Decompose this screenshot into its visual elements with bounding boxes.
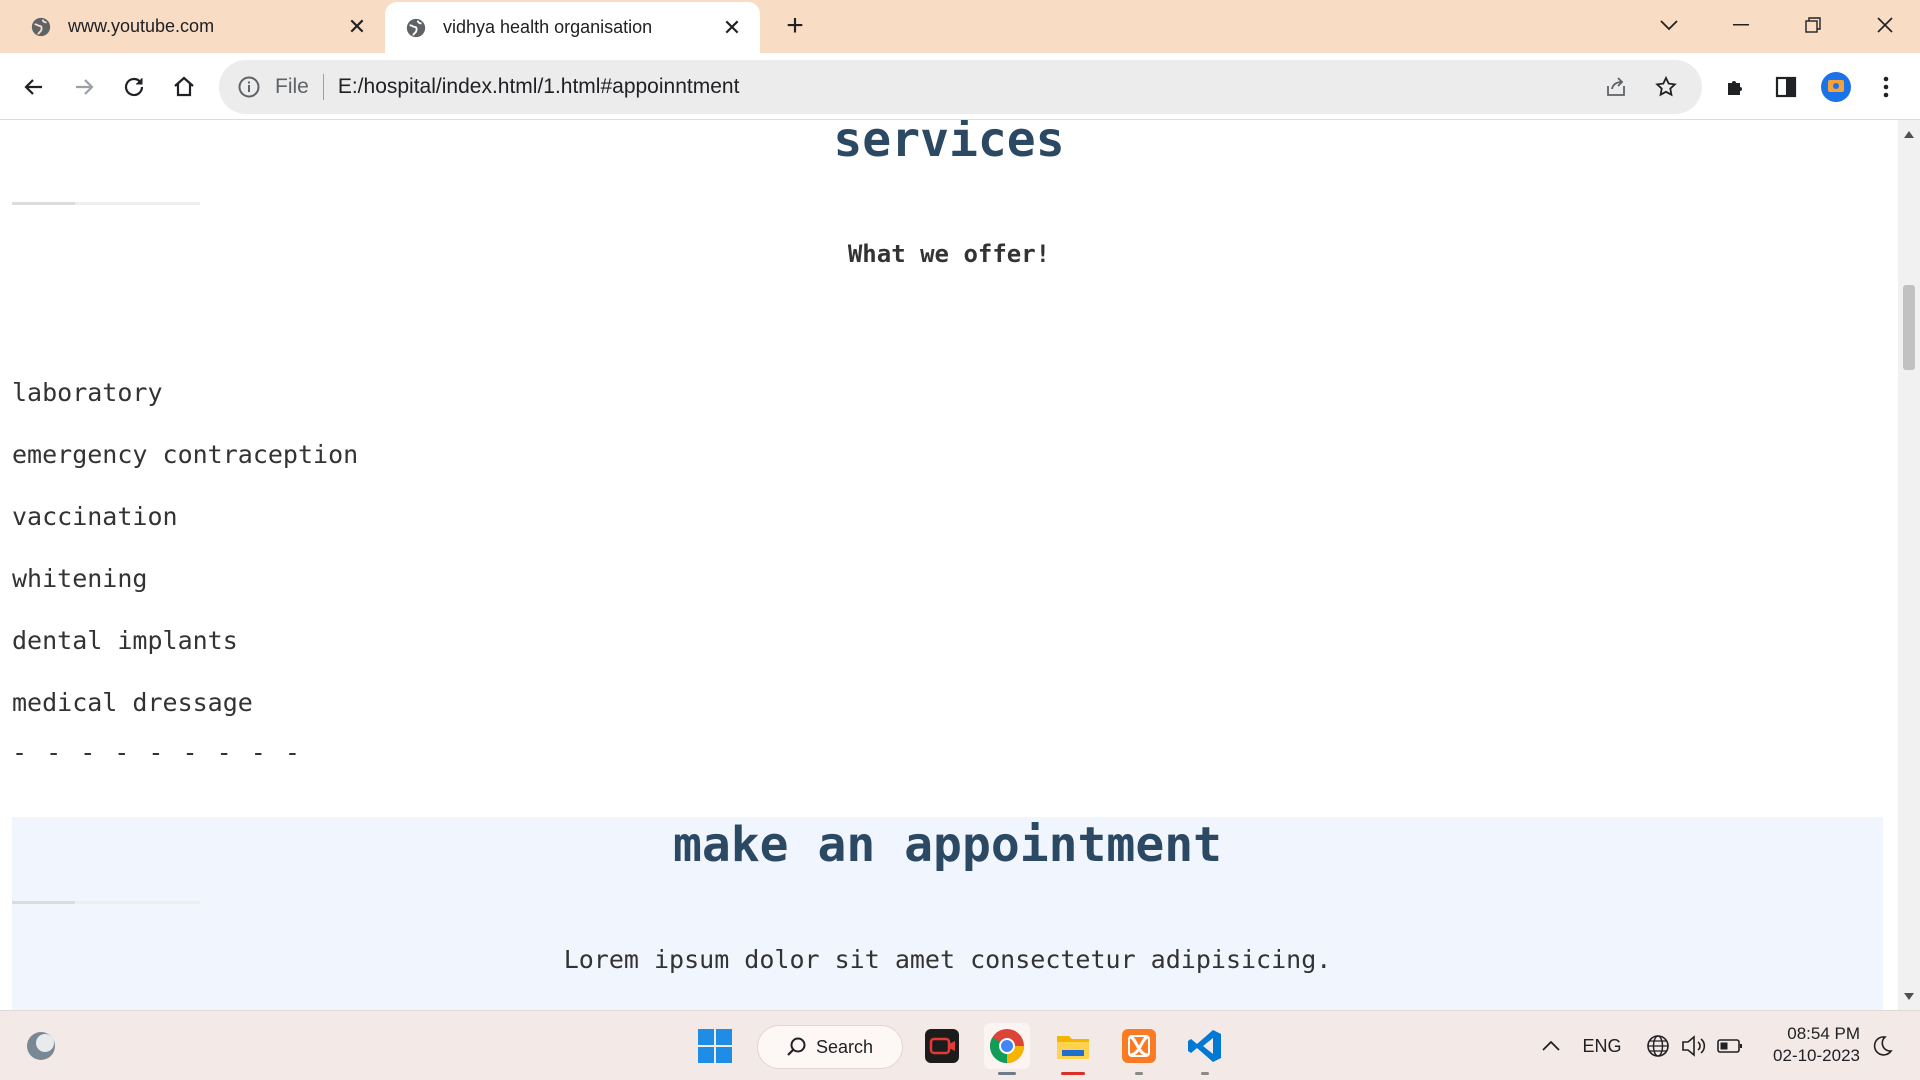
scroll-thumb[interactable] xyxy=(1903,285,1915,370)
list-item: dental implants xyxy=(12,626,238,655)
service-list: laboratory emergency contraception vacci… xyxy=(12,378,358,750)
show-hidden-icons-chevron-icon[interactable] xyxy=(1536,1031,1566,1061)
chrome-app-icon[interactable] xyxy=(984,1023,1030,1075)
tab-title: vidhya health organisation xyxy=(443,17,653,37)
search-label: Search xyxy=(816,1036,874,1057)
heading-divider xyxy=(12,202,200,205)
heading-divider xyxy=(12,901,200,904)
scroll-up-icon[interactable] xyxy=(1898,124,1920,144)
vscode-app-icon[interactable] xyxy=(1182,1023,1228,1075)
info-icon[interactable] xyxy=(237,75,261,99)
list-item: emergency contraception xyxy=(12,440,359,469)
appointment-section: make an appointment Lorem ipsum dolor si… xyxy=(12,817,1883,1010)
list-item: vaccination xyxy=(12,502,178,531)
extensions-puzzle-icon[interactable] xyxy=(1720,71,1752,103)
search-icon xyxy=(787,1037,806,1056)
running-indicator xyxy=(1201,1072,1209,1075)
system-clock[interactable]: 08:54 PM 02-10-2023 xyxy=(1760,1023,1860,1067)
profile-avatar[interactable] xyxy=(1820,71,1852,103)
tab-title: www.youtube.com xyxy=(68,16,215,36)
dashed-separator: - - - - - - - - - xyxy=(12,738,302,767)
tab-search-chevron-icon[interactable] xyxy=(1652,10,1686,40)
scroll-down-icon[interactable] xyxy=(1898,986,1920,1006)
recorder-app-icon[interactable] xyxy=(919,1023,965,1069)
omnibox-separator xyxy=(322,74,324,100)
url-text[interactable]: E:/hospital/index.html/1.html#appoinntme… xyxy=(338,75,1602,99)
forward-icon[interactable] xyxy=(68,71,100,103)
restore-icon[interactable] xyxy=(1796,10,1830,40)
language-indicator[interactable]: ENG xyxy=(1580,1031,1624,1061)
list-item: laboratory xyxy=(12,378,163,407)
running-indicator xyxy=(1135,1072,1143,1075)
back-icon[interactable] xyxy=(18,71,50,103)
services-subheading: What we offer! xyxy=(847,240,1051,268)
running-indicator xyxy=(1061,1072,1085,1075)
page-viewport: services What we offer! laboratory emerg… xyxy=(0,120,1898,1010)
clock-date: 02-10-2023 xyxy=(1773,1046,1860,1065)
address-bar[interactable]: File E:/hospital/index.html/1.html#appoi… xyxy=(219,60,1702,114)
share-icon[interactable] xyxy=(1602,73,1630,101)
side-panel-icon[interactable] xyxy=(1770,71,1802,103)
scheme-label: File xyxy=(275,75,309,98)
running-indicator xyxy=(998,1072,1016,1075)
appointment-heading: make an appointment xyxy=(672,817,1223,873)
file-explorer-icon[interactable] xyxy=(1050,1023,1096,1075)
browser-toolbar: File E:/hospital/index.html/1.html#appoi… xyxy=(0,53,1920,120)
home-icon[interactable] xyxy=(168,71,200,103)
close-icon[interactable]: ✕ xyxy=(345,14,369,39)
minimize-icon[interactable] xyxy=(1724,10,1758,40)
weather-icon[interactable] xyxy=(24,1029,58,1063)
globe-icon xyxy=(31,17,51,36)
globe-icon xyxy=(406,18,426,37)
reload-icon[interactable] xyxy=(118,71,150,103)
close-icon[interactable]: ✕ xyxy=(720,15,744,40)
vertical-scrollbar[interactable] xyxy=(1898,120,1920,1010)
battery-icon[interactable] xyxy=(1716,1031,1744,1061)
taskbar-search-button[interactable]: Search xyxy=(757,1025,903,1069)
services-heading: services xyxy=(833,120,1065,168)
window-close-icon[interactable] xyxy=(1868,10,1902,40)
tab-strip: www.youtube.com ✕ vidhya health organisa… xyxy=(0,0,1920,53)
network-globe-icon[interactable] xyxy=(1644,1031,1672,1061)
tab-youtube[interactable]: www.youtube.com ✕ xyxy=(0,0,385,53)
bookmark-star-icon[interactable] xyxy=(1652,73,1680,101)
new-tab-button[interactable]: + xyxy=(780,11,810,42)
xampp-app-icon[interactable] xyxy=(1116,1023,1162,1075)
list-item: whitening xyxy=(12,564,148,593)
clock-time: 08:54 PM xyxy=(1787,1024,1860,1043)
volume-icon[interactable] xyxy=(1680,1031,1708,1061)
tab-vidhya[interactable]: vidhya health organisation ✕ xyxy=(385,2,760,53)
taskbar: Search ENG 08:54 PM 02-10-2023 xyxy=(0,1010,1920,1080)
notifications-moon-icon[interactable] xyxy=(1868,1031,1896,1061)
start-windows-icon[interactable] xyxy=(692,1023,738,1069)
menu-kebab-icon[interactable] xyxy=(1870,71,1902,103)
appointment-subheading: Lorem ipsum dolor sit amet consectetur a… xyxy=(563,945,1332,974)
